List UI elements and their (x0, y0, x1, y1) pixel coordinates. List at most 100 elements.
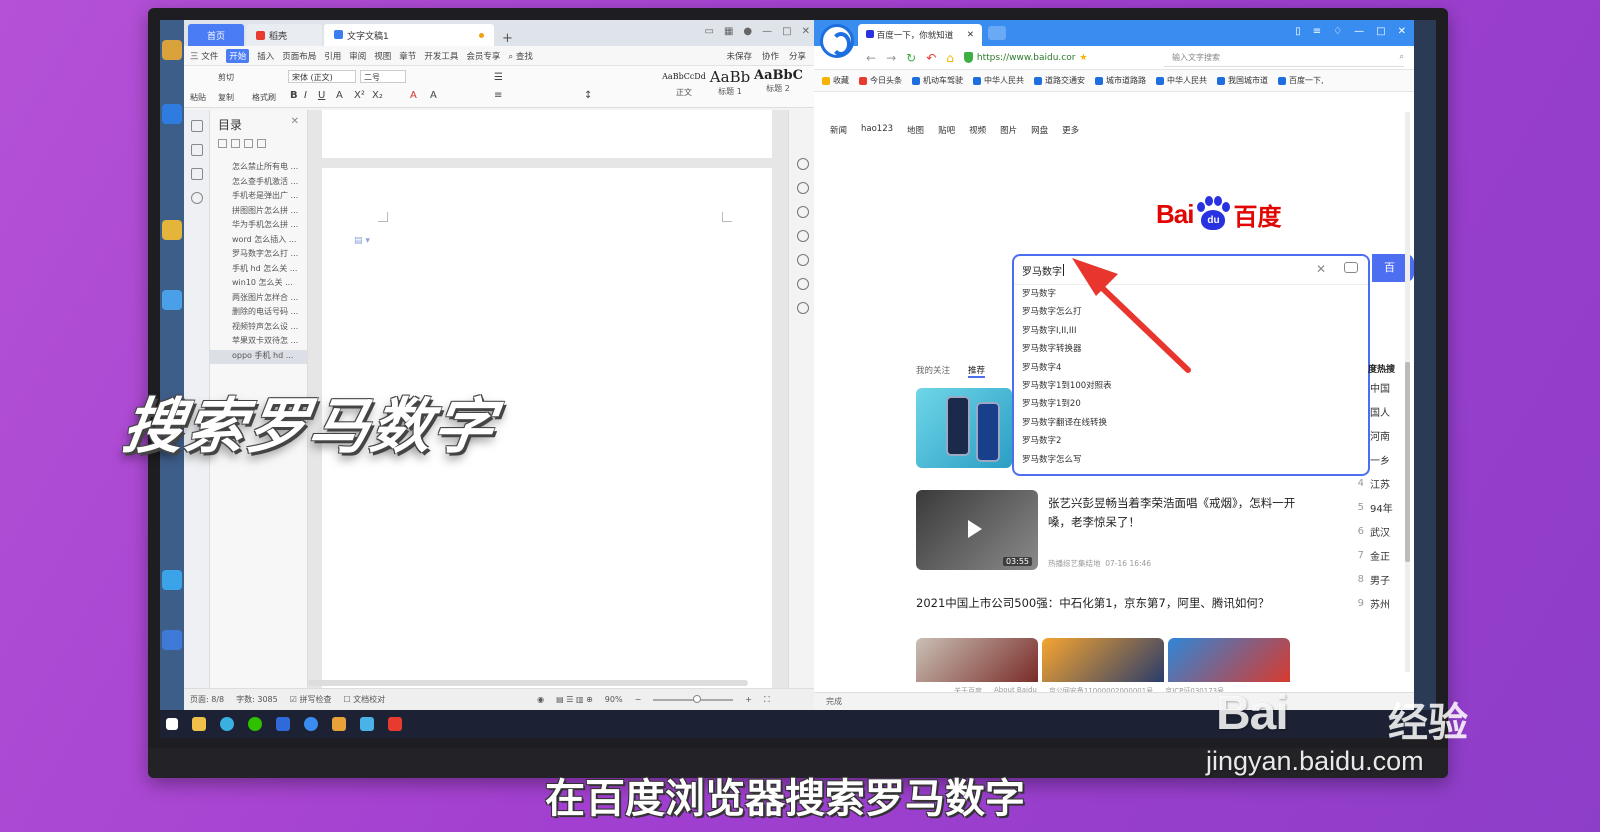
zoom-slider[interactable] (653, 694, 734, 703)
paste-button[interactable]: 粘贴 (190, 92, 206, 103)
style-normal[interactable]: AaBbCcDd 正文 (662, 68, 706, 104)
close-tab-icon[interactable]: ✕ (967, 30, 974, 40)
word-count[interactable]: 字数: 3085 (236, 694, 278, 705)
suggestion-item[interactable]: 罗马数字4 (1014, 359, 1368, 377)
spell-check-button[interactable]: ☑ 拼写检查 (290, 694, 332, 705)
search-input[interactable]: 罗马数字 ✕ (1014, 256, 1368, 284)
suggestion-item[interactable]: 罗马数字翻译在线转换 (1014, 414, 1368, 432)
suggestion-item[interactable]: 罗马数字怎么写 (1014, 451, 1368, 469)
menu-home[interactable]: 开始 (226, 48, 250, 63)
news-image[interactable] (1042, 638, 1164, 682)
eye-icon[interactable]: ◉ (537, 695, 544, 704)
nav-hao123[interactable]: hao123 (861, 124, 893, 136)
collaborate-button[interactable]: 协作 (762, 50, 779, 62)
desktop-app-icon[interactable] (162, 104, 182, 124)
news-title[interactable]: 张艺兴彭昱畅当着李荣浩面唱《戒烟》，怎料一开嗓，老李惊呆了！ (1048, 494, 1298, 532)
toc-item[interactable]: 删除的电话号码 ... (210, 306, 307, 321)
play-icon[interactable] (968, 520, 982, 538)
internet-explorer-icon[interactable] (162, 570, 182, 590)
minimize-icon[interactable]: — (1354, 26, 1364, 37)
bullets-icon[interactable]: ☰ (494, 72, 503, 83)
app-icon[interactable] (360, 717, 374, 731)
suggestion-item[interactable]: 罗马数字转换器 (1014, 340, 1368, 358)
style-heading-1[interactable]: AaBb 标题 1 (708, 68, 752, 104)
menu-references[interactable]: 引用 (324, 50, 341, 62)
toc-tool-icon[interactable] (218, 139, 227, 148)
toc-item[interactable]: 两张图片怎样合 ... (210, 292, 307, 307)
sidebar-icon[interactable]: ▯ (1295, 26, 1301, 37)
vertical-scrollbar[interactable] (1405, 112, 1410, 672)
scrollbar-thumb[interactable] (1405, 362, 1410, 562)
desktop-app-icon[interactable] (162, 290, 182, 310)
minimize-icon[interactable]: — (762, 26, 772, 37)
menu-member[interactable]: 会员专享 (466, 50, 500, 62)
maximize-icon[interactable]: □ (1376, 26, 1385, 37)
search-icon[interactable] (191, 192, 203, 204)
bookmark-item[interactable]: 今日头条 (859, 75, 902, 86)
nav-news[interactable]: 新闻 (830, 124, 847, 136)
news-title[interactable]: 2021中国上市公司500强：中石化第1，京东第7，阿里、腾讯如何？ (916, 594, 1296, 613)
tab-document[interactable]: 文字文稿1 (324, 24, 494, 46)
news-image[interactable] (916, 638, 1038, 682)
windows-start-icon[interactable] (166, 718, 178, 730)
bookmark-item[interactable]: 我国城市道 (1217, 75, 1268, 86)
sogou-browser-icon[interactable] (304, 717, 318, 731)
toc-item[interactable]: 视频铃声怎么设 ... (210, 321, 307, 336)
bookmark-item[interactable]: 收藏 (822, 75, 849, 86)
camera-icon[interactable] (1344, 262, 1358, 273)
desktop-app-icon[interactable] (162, 630, 182, 650)
desktop-app-icon[interactable] (162, 40, 182, 60)
menu-search[interactable]: ⌕ 查找 (508, 50, 532, 62)
toc-item[interactable]: 手机老是弹出广 ... (210, 190, 307, 205)
back-icon[interactable]: ← (866, 51, 876, 65)
toc-item[interactable]: 苹果双卡双待怎 ... (210, 335, 307, 350)
nav-video[interactable]: 视频 (969, 124, 986, 136)
subscript-button[interactable]: X₂ (372, 90, 383, 101)
tool-icon[interactable] (797, 158, 809, 170)
toc-item[interactable]: 怎么禁止所有电 ... (210, 161, 307, 176)
toc-item[interactable]: 罗马数字怎么打 ... (210, 248, 307, 263)
toc-item[interactable]: 华为手机怎么拼 ... (210, 219, 307, 234)
suggestion-item[interactable]: 罗马数字2 (1014, 432, 1368, 450)
image-icon[interactable] (797, 278, 809, 290)
bookmark-item[interactable]: 中华人民共 (973, 75, 1024, 86)
nav-tieba[interactable]: 贴吧 (938, 124, 955, 136)
menu-file[interactable]: 三 文件 (190, 50, 218, 62)
nav-netdisk[interactable]: 网盘 (1031, 124, 1048, 136)
toc-tool-icon[interactable] (244, 139, 253, 148)
toc-item[interactable]: 怎么查手机激活 ... (210, 176, 307, 191)
paragraph-icon[interactable]: ▤ ▾ (354, 236, 370, 246)
avatar[interactable]: ● (743, 26, 752, 37)
location-icon[interactable] (797, 302, 809, 314)
close-icon[interactable]: ✕ (802, 26, 810, 37)
bookmark-item[interactable]: 机动车驾驶 (912, 75, 963, 86)
layout-icon[interactable]: ▭ (705, 26, 714, 37)
close-icon[interactable]: ✕ (291, 116, 299, 127)
wechat-icon[interactable] (248, 717, 262, 731)
cut-button[interactable]: 剪切 (218, 72, 234, 83)
toc-item-selected[interactable]: oppo 手机 hd ... (210, 349, 307, 364)
unsaved-status[interactable]: 未保存 (726, 50, 752, 62)
bookmark-item[interactable]: 中华人民共 (1156, 75, 1207, 86)
zoom-in-icon[interactable]: + (745, 695, 752, 704)
suggestion-item[interactable]: 罗马数字1到100对照表 (1014, 377, 1368, 395)
toc-item[interactable]: win10 怎么关 ... (210, 277, 307, 292)
sogou-logo-icon[interactable] (820, 24, 854, 58)
refresh-icon[interactable]: ↻ (906, 51, 916, 65)
font-color-button[interactable]: A (410, 90, 417, 101)
format-painter-button[interactable]: 格式刷 (252, 92, 276, 103)
document-page[interactable] (322, 110, 772, 158)
toc-tool-icon[interactable] (257, 139, 266, 148)
share-button[interactable]: 分享 (789, 50, 806, 62)
toc-item[interactable]: word 怎么插入 ... (210, 234, 307, 249)
tab-home[interactable]: 首页 (188, 24, 244, 46)
toc-item[interactable]: 手机 hd 怎么关 ... (210, 263, 307, 278)
proofread-button[interactable]: ☐ 文档校对 (343, 694, 385, 705)
favorite-star-icon[interactable]: ★ (1079, 53, 1087, 63)
forward-icon[interactable]: → (886, 51, 896, 65)
menu-review[interactable]: 审阅 (349, 50, 366, 62)
horizontal-scrollbar[interactable] (308, 680, 748, 686)
view-mode-icon[interactable]: ▤ ☰ ▥ ⊕ (556, 695, 593, 704)
help-icon[interactable] (797, 254, 809, 266)
file-explorer-icon[interactable] (192, 717, 206, 731)
